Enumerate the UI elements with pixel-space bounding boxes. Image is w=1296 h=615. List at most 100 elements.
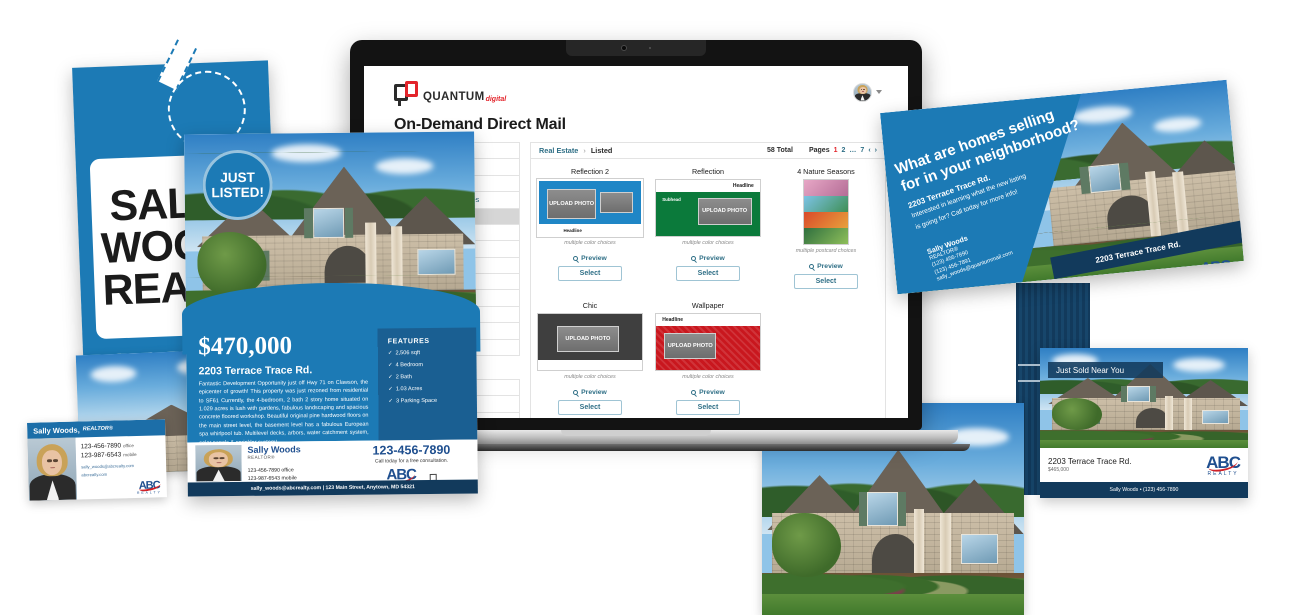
select-button[interactable]: Select <box>675 266 740 281</box>
preview-link[interactable]: Preview <box>537 255 643 262</box>
feature-label: 3 Parking Space <box>395 398 438 405</box>
flyer-agent-role: REALTOR® <box>247 454 275 460</box>
postcard-selling-mockup: What are homes selling for in your neigh… <box>880 79 1244 295</box>
season-autumn <box>803 212 848 228</box>
shutter <box>858 492 867 526</box>
upload-photo-placeholder: UPLOAD PHOTO <box>556 326 620 353</box>
select-button[interactable]: Select <box>675 400 740 415</box>
feature-item: ✓ 1.03 Acres <box>388 386 469 394</box>
portrait-illustration <box>854 83 871 101</box>
flyer-phone: 123-456-7890 <box>372 442 451 458</box>
season-winter <box>803 228 848 244</box>
feature-label: 2 Bath <box>395 374 412 381</box>
template-name: Reflection 2 <box>571 167 609 176</box>
window <box>417 248 456 275</box>
page-2[interactable]: 2 <box>842 147 846 154</box>
preview-link[interactable]: Preview <box>655 255 761 262</box>
page-1[interactable]: 1 <box>834 147 838 154</box>
laptop-base-notch <box>561 430 711 436</box>
avatar[interactable] <box>853 82 872 102</box>
season-spring <box>803 180 848 196</box>
template-thumbnail-nature <box>802 179 849 245</box>
business-card-mockup: Sally Woods, REALTOR® 123-456-7890 offic… <box>27 419 167 501</box>
template-thumbnail-chic: UPLOAD PHOTO <box>537 313 643 371</box>
business-card-mobile-phone: 123-987-6543 mobile <box>80 451 137 460</box>
flyer-cta-block: 123-456-7890 Call today for a free consu… <box>351 442 471 488</box>
camera-icon <box>621 45 627 51</box>
flyer-features: FEATURES ✓ 2,506 sqft ✓ 4 Bedroom ✓ 2 Bath … <box>378 327 478 440</box>
preview-link[interactable]: Preview <box>655 389 761 396</box>
select-button[interactable]: Select <box>557 266 622 281</box>
business-card-name: Sally Woods, <box>33 424 80 436</box>
check-icon: ✓ <box>387 362 393 369</box>
quantum-digital-logo[interactable]: QUANTUM digital <box>394 81 507 106</box>
total-count: 58 Total <box>767 147 793 154</box>
quantum-logo-icon <box>394 81 420 106</box>
template-name: Reflection <box>691 167 724 176</box>
shutter <box>303 208 313 239</box>
agent-photo <box>27 437 78 501</box>
shutter <box>1150 386 1157 402</box>
template-subtext: multiple color choices <box>682 240 734 246</box>
app-header: QUANTUM digital <box>364 66 908 110</box>
template-name: 4 Nature Seasons <box>797 167 855 176</box>
flyer-details-panel: $470,000 2203 Terrace Trace Rd. Fantasti… <box>186 327 478 446</box>
lawn <box>1040 440 1248 448</box>
breadcrumb-root[interactable]: Real Estate <box>539 146 578 155</box>
feature-item: ✓ 2,506 sqft <box>388 350 469 358</box>
flyer-address: 2203 Terrace Trace Rd. <box>198 364 313 378</box>
feature-item: ✓ 2 Bath <box>388 374 469 382</box>
business-card-site: abcrealty.com <box>81 471 108 478</box>
preview-link[interactable]: Preview <box>537 389 643 396</box>
chevron-down-icon[interactable] <box>876 90 882 94</box>
shutter <box>1121 386 1128 402</box>
template-tile[interactable]: Reflection 2 UPLOAD PHOTO Headline multi… <box>531 163 649 297</box>
template-gallery-panel: Real Estate › Listed 58 Total Pages 1 2 … <box>530 142 886 418</box>
prev-page-icon[interactable]: ‹ <box>868 147 870 154</box>
template-tile[interactable]: Reflection Headline UPLOAD PHOTO Subhead… <box>649 163 767 297</box>
select-button[interactable]: Select <box>793 274 858 289</box>
template-tile[interactable]: 4 Nature Seasons multiple postcard choic… <box>767 163 885 297</box>
magnifier-icon <box>691 256 697 261</box>
business-card-email: sally_woods@abcrealty.com <box>81 462 135 469</box>
magnifier-icon <box>573 256 579 261</box>
portrait-illustration <box>195 444 242 482</box>
template-tile[interactable]: Chic UPLOAD PHOTO multiple color choices… <box>531 297 649 418</box>
window <box>312 208 345 239</box>
template-tile-empty <box>767 297 885 418</box>
magnifier-icon <box>573 390 579 395</box>
breadcrumb-current: Listed <box>590 146 613 155</box>
window <box>1202 410 1230 424</box>
template-headline: Headline <box>563 227 582 233</box>
template-subtext: multiple color choices <box>564 374 616 380</box>
preview-link[interactable]: Preview <box>773 263 879 270</box>
feature-label: 1.03 Acres <box>395 386 423 393</box>
brand-sub: digital <box>485 96 507 103</box>
flyer-listing-details: $470,000 2203 Terrace Trace Rd. Fantasti… <box>186 329 379 445</box>
template-subtext: multiple color choices <box>682 374 734 380</box>
template-subtext: multiple color choices <box>564 240 616 246</box>
select-button[interactable]: Select <box>557 400 622 415</box>
flyer-price: $470,000 <box>198 332 293 361</box>
postcard-just-sold-mockup: Just Sold Near You 2203 Terrace Trace Rd… <box>1018 348 1248 498</box>
brand-word: QUANTUM <box>423 90 485 103</box>
agent-photo <box>195 444 242 482</box>
next-page-icon[interactable]: › <box>875 147 877 154</box>
breadcrumb: Real Estate › Listed <box>539 146 612 155</box>
shutter <box>344 207 354 239</box>
indicator-dot <box>649 47 651 49</box>
breadcrumb-separator: › <box>583 146 586 155</box>
postcard-sold-footer: Sally Woods • (123) 456-7890 <box>1040 482 1248 498</box>
template-thumbnail-reflection: Headline UPLOAD PHOTO Subhead <box>654 179 761 237</box>
magnifier-icon <box>691 390 697 395</box>
template-grid: Reflection 2 UPLOAD PHOTO Headline multi… <box>531 159 885 418</box>
business-card-role: REALTOR® <box>82 425 113 433</box>
pages-label: Pages <box>808 147 830 154</box>
abc-realty-logo: ABC REALTY <box>136 478 162 495</box>
features-heading: FEATURES <box>387 337 430 346</box>
page-7[interactable]: 7 <box>860 147 864 154</box>
template-tile[interactable]: Wallpaper Headline UPLOAD PHOTO multiple… <box>649 297 767 418</box>
template-subhead: Subhead <box>662 196 681 202</box>
account-menu[interactable] <box>853 82 882 102</box>
check-icon: ✓ <box>388 374 393 381</box>
